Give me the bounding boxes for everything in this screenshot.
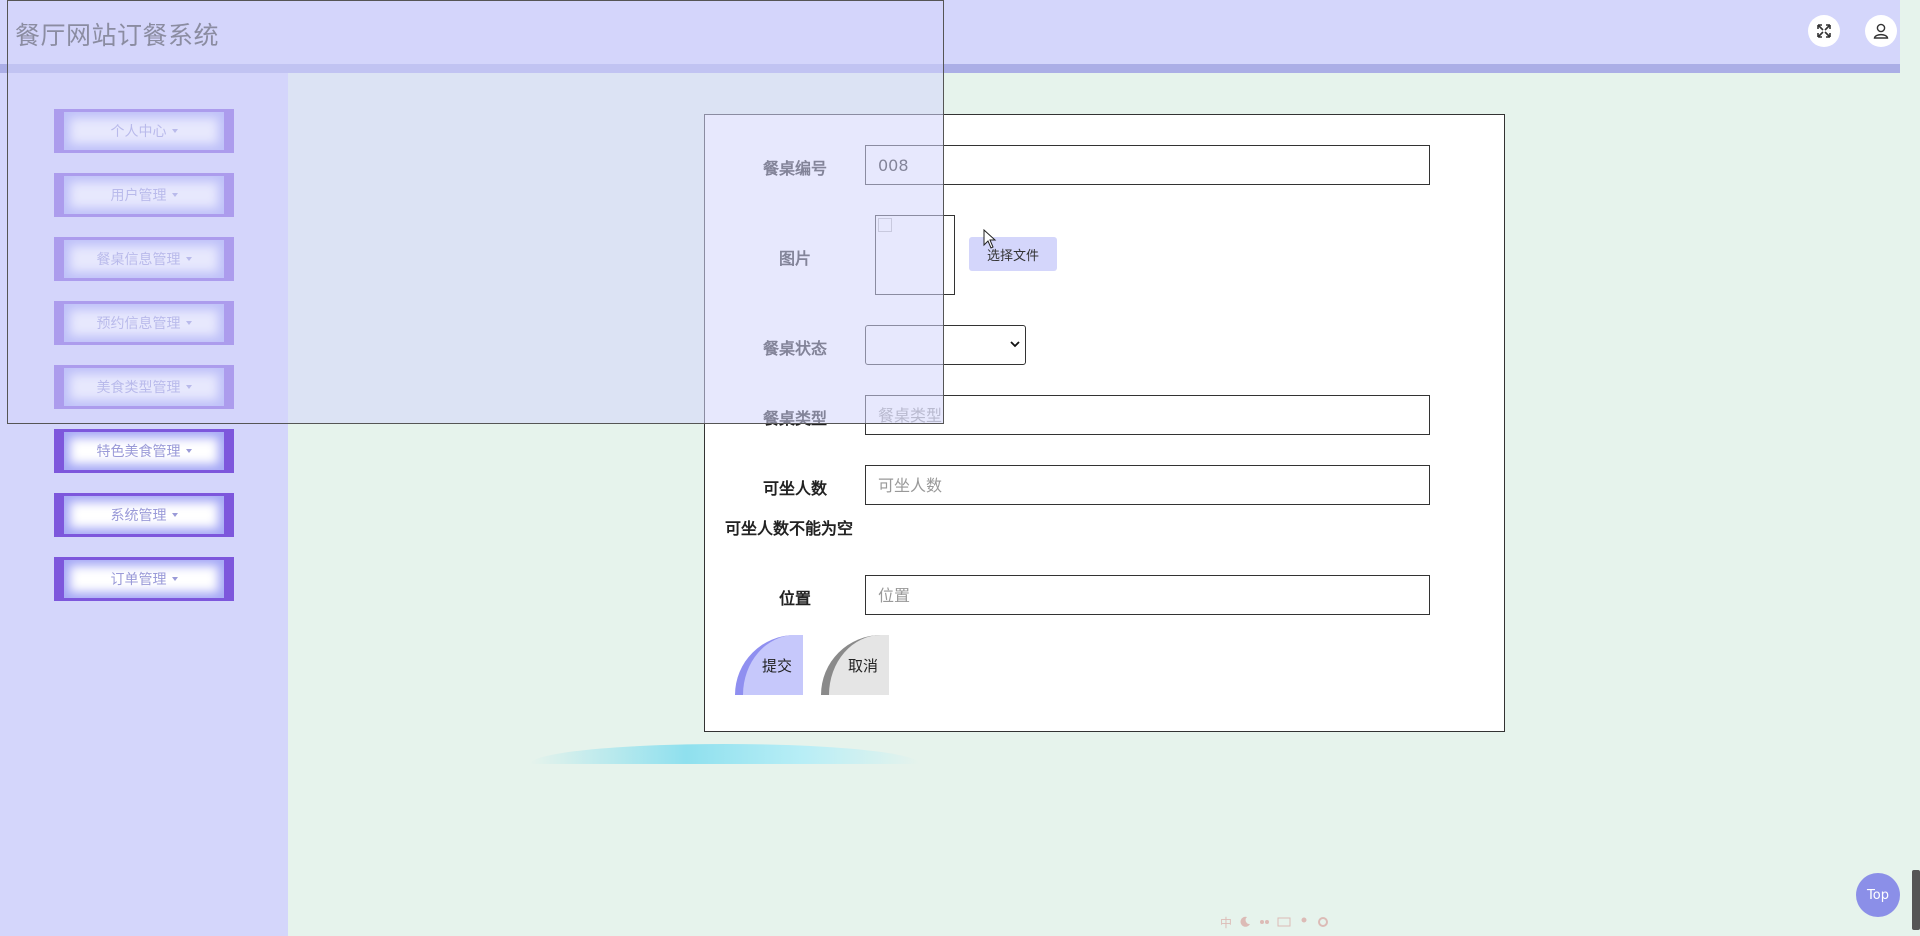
fullscreen-button[interactable] bbox=[1808, 15, 1840, 47]
chevron-down-icon bbox=[1010, 341, 1020, 348]
submit-button[interactable]: 提交 bbox=[735, 635, 803, 695]
table-no-input[interactable] bbox=[865, 145, 1430, 185]
sidebar-item-label: 个人中心 bbox=[110, 124, 167, 140]
caret-down-icon bbox=[185, 257, 192, 261]
table-no-label: 餐桌编号 bbox=[762, 159, 827, 178]
sidebar-item-orders[interactable]: 订单管理 bbox=[54, 557, 234, 601]
image-label: 图片 bbox=[778, 249, 811, 268]
sidebar-item-label: 特色美食管理 bbox=[96, 444, 181, 460]
caret-down-icon bbox=[171, 193, 178, 197]
expand-icon bbox=[1817, 24, 1831, 38]
settings-icon bbox=[1318, 917, 1329, 927]
sidebar-item-inner: 系统管理 bbox=[64, 496, 224, 534]
user-small-icon bbox=[1301, 917, 1307, 923]
ime-toolbar: 中 bbox=[1220, 910, 1425, 934]
sidebar-item-personal-center[interactable]: 个人中心 bbox=[54, 109, 234, 153]
table-image-preview bbox=[875, 215, 955, 295]
sidebar-item-label: 订单管理 bbox=[110, 572, 167, 588]
sidebar-item-inner: 个人中心 bbox=[64, 112, 224, 150]
sidebar-item-inner: 特色美食管理 bbox=[64, 432, 224, 470]
seats-error-text: 可坐人数不能为空 bbox=[725, 519, 854, 538]
punctuation-icon bbox=[1260, 920, 1270, 924]
sidebar-item-inner: 美食类型管理 bbox=[64, 368, 224, 406]
sidebar: 个人中心 用户管理 餐桌信息管理 预约信息管理 美食类型管理 特色美食管理 系统… bbox=[0, 73, 288, 936]
back-to-top-button[interactable]: Top bbox=[1856, 873, 1900, 917]
user-icon bbox=[1873, 23, 1889, 39]
seats-input[interactable] bbox=[865, 465, 1430, 505]
sidebar-item-label: 系统管理 bbox=[110, 508, 167, 524]
sidebar-item-inner: 餐桌信息管理 bbox=[64, 240, 224, 278]
sidebar-item-label: 美食类型管理 bbox=[96, 380, 181, 396]
status-label: 餐桌状态 bbox=[762, 339, 827, 358]
location-input[interactable] bbox=[865, 575, 1430, 615]
mouse-pointer-icon bbox=[983, 229, 997, 249]
top-header: 餐厅网站订餐系统 bbox=[0, 0, 1900, 64]
table-type-input[interactable] bbox=[865, 395, 1430, 435]
user-button[interactable] bbox=[1865, 15, 1897, 47]
keyboard-icon bbox=[1277, 917, 1291, 927]
seats-label: 可坐人数 bbox=[762, 479, 827, 498]
broken-image-icon bbox=[878, 218, 892, 232]
sidebar-item-inner: 订单管理 bbox=[64, 560, 224, 598]
status-select[interactable] bbox=[865, 325, 1026, 365]
sidebar-item-table-info[interactable]: 餐桌信息管理 bbox=[54, 237, 234, 281]
caret-down-icon bbox=[185, 449, 192, 453]
location-label: 位置 bbox=[778, 589, 811, 608]
sidebar-item-inner: 预约信息管理 bbox=[64, 304, 224, 342]
sidebar-item-inner: 用户管理 bbox=[64, 176, 224, 214]
caret-down-icon bbox=[171, 513, 178, 517]
header-divider bbox=[0, 64, 1900, 73]
cancel-button[interactable]: 取消 bbox=[821, 635, 889, 695]
type-label: 餐桌类型 bbox=[762, 409, 827, 428]
moon-icon bbox=[1240, 916, 1251, 927]
sidebar-item-label: 预约信息管理 bbox=[96, 316, 181, 332]
decorative-wave bbox=[530, 744, 920, 764]
caret-down-icon bbox=[185, 385, 192, 389]
side-edge-handle[interactable] bbox=[1912, 870, 1920, 930]
caret-down-icon bbox=[185, 321, 192, 325]
app-title: 餐厅网站订餐系统 bbox=[15, 21, 220, 50]
sidebar-item-reservation-info[interactable]: 预约信息管理 bbox=[54, 301, 234, 345]
sidebar-item-label: 用户管理 bbox=[110, 188, 167, 204]
sidebar-item-label: 餐桌信息管理 bbox=[96, 252, 181, 268]
ime-mode-char: 中 bbox=[1220, 915, 1233, 930]
caret-down-icon bbox=[171, 129, 178, 133]
sidebar-item-system[interactable]: 系统管理 bbox=[54, 493, 234, 537]
sidebar-item-special-food[interactable]: 特色美食管理 bbox=[54, 429, 234, 473]
caret-down-icon bbox=[171, 577, 178, 581]
sidebar-item-user-management[interactable]: 用户管理 bbox=[54, 173, 234, 217]
table-edit-form: 餐桌编号 图片 选择文件 餐桌状态 餐桌类型 可坐人数 可坐人数不能为空 位置 … bbox=[704, 114, 1505, 732]
sidebar-item-food-type[interactable]: 美食类型管理 bbox=[54, 365, 234, 409]
